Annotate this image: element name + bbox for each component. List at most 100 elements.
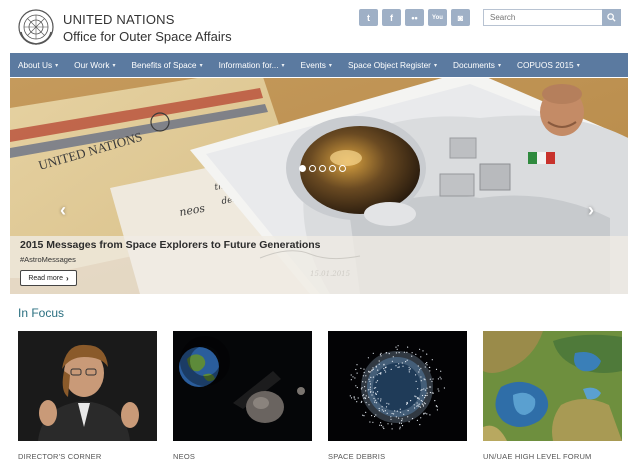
carousel-dot-3[interactable] xyxy=(319,165,326,172)
carousel-dot-2[interactable] xyxy=(309,165,316,172)
debris-dot xyxy=(420,376,422,378)
search-button[interactable] xyxy=(602,9,621,26)
debris-dot xyxy=(395,365,397,367)
debris-dot xyxy=(400,422,402,424)
debris-dot xyxy=(420,399,422,402)
debris-dot xyxy=(419,424,421,426)
debris-dot xyxy=(375,365,377,367)
debris-dot xyxy=(363,415,365,417)
debris-dot xyxy=(399,428,401,430)
debris-dot xyxy=(378,363,380,365)
carousel-dot-1[interactable] xyxy=(299,165,306,172)
debris-dot xyxy=(424,397,426,399)
debris-dot xyxy=(426,353,428,355)
debris-dot xyxy=(362,381,364,383)
debris-dot xyxy=(375,402,377,404)
debris-dot xyxy=(365,395,367,397)
debris-dot xyxy=(429,391,431,394)
debris-dot xyxy=(417,397,419,399)
debris-dot xyxy=(426,362,428,364)
debris-dot xyxy=(407,346,409,348)
debris-dot xyxy=(431,359,433,361)
debris-dot xyxy=(415,380,417,382)
card-label-directors-corner[interactable]: DIRECTOR'S CORNER xyxy=(18,452,101,461)
instagram-icon[interactable]: ◙ xyxy=(451,9,470,26)
debris-dot xyxy=(418,403,420,405)
debris-dot xyxy=(391,423,393,425)
org-name[interactable]: UNITED NATIONS xyxy=(63,12,175,28)
focus-card-neos[interactable] xyxy=(173,331,312,441)
carousel-dot-5[interactable] xyxy=(339,165,346,172)
debris-dot xyxy=(407,410,409,412)
carousel-next-icon[interactable]: › xyxy=(588,200,594,221)
hero-title[interactable]: 2015 Messages from Space Explorers to Fu… xyxy=(20,239,321,251)
nav-benefits-of-space[interactable]: Benefits of Space ▾ xyxy=(124,53,211,77)
caret-down-icon: ▾ xyxy=(281,62,285,69)
debris-dot xyxy=(373,397,375,400)
card-label-neos[interactable]: NEOS xyxy=(173,452,195,461)
debris-dot xyxy=(383,410,385,412)
debris-dot xyxy=(416,419,418,421)
debris-dot xyxy=(408,371,410,373)
card-label-space-debris[interactable]: SPACE DEBRIS xyxy=(328,452,385,461)
youtube-icon[interactable]: You xyxy=(428,9,447,26)
hero-hashtag: #AstroMessages xyxy=(20,255,76,264)
debris-dot xyxy=(435,405,438,407)
debris-dot xyxy=(422,404,424,406)
nav-label: Our Work xyxy=(74,60,110,70)
nav-our-work[interactable]: Our Work ▾ xyxy=(66,53,123,77)
caret-down-icon: ▾ xyxy=(199,62,203,69)
debris-dot xyxy=(432,378,434,380)
carousel-prev-icon[interactable]: ‹ xyxy=(60,200,66,221)
nav-space-object-register[interactable]: Space Object Register ▾ xyxy=(340,53,445,77)
org-subtitle[interactable]: Office for Outer Space Affairs xyxy=(63,29,232,45)
nav-label: Events xyxy=(300,60,326,70)
debris-dot xyxy=(380,398,382,400)
debris-dot xyxy=(350,374,352,376)
debris-dot xyxy=(418,398,420,400)
debris-dot xyxy=(349,395,351,397)
read-more-label: Read more xyxy=(28,274,63,282)
debris-dot xyxy=(408,421,410,423)
debris-dot xyxy=(371,415,373,417)
debris-dot xyxy=(362,395,364,397)
debris-dot xyxy=(436,409,438,411)
focus-card-space-debris[interactable] xyxy=(328,331,467,441)
nav-documents[interactable]: Documents ▾ xyxy=(445,53,509,77)
nav-information-for[interactable]: Information for... ▾ xyxy=(211,53,293,77)
read-more-button[interactable]: Read more › xyxy=(20,270,77,286)
debris-dot xyxy=(384,410,386,412)
debris-dot xyxy=(367,389,370,391)
debris-dot xyxy=(416,405,418,407)
carousel-dot-4[interactable] xyxy=(329,165,336,172)
debris-dot xyxy=(383,427,385,430)
debris-dot xyxy=(405,361,407,363)
debris-dot xyxy=(424,366,426,368)
debris-dot xyxy=(375,381,377,383)
un-emblem-logo[interactable] xyxy=(17,8,55,46)
debris-dot xyxy=(377,369,379,371)
debris-dot xyxy=(421,389,423,391)
search-input[interactable] xyxy=(483,9,603,26)
focus-card-un-uae-forum[interactable] xyxy=(483,331,622,441)
debris-dot xyxy=(375,393,377,395)
debris-dot xyxy=(410,400,412,402)
debris-dot xyxy=(392,356,394,358)
nav-events[interactable]: Events ▾ xyxy=(293,53,340,77)
nav-copuos-2015[interactable]: COPUOS 2015 ▾ xyxy=(509,53,588,77)
card-label-un-uae-forum[interactable]: UN/UAE HIGH LEVEL FORUM xyxy=(483,452,592,461)
debris-dot xyxy=(372,391,374,393)
debris-dot xyxy=(385,406,388,408)
debris-dot xyxy=(353,396,355,398)
debris-dot xyxy=(388,353,390,355)
focus-card-directors-corner[interactable] xyxy=(18,331,157,441)
facebook-icon[interactable]: f xyxy=(382,9,401,26)
debris-dot xyxy=(360,367,362,369)
debris-dot xyxy=(406,402,408,404)
nav-about-us[interactable]: About Us ▾ xyxy=(10,53,66,77)
twitter-icon[interactable]: t xyxy=(359,9,378,26)
flickr-icon[interactable]: •• xyxy=(405,9,424,26)
debris-dot xyxy=(401,362,403,364)
debris-dot xyxy=(369,371,371,373)
debris-dot xyxy=(429,378,431,380)
